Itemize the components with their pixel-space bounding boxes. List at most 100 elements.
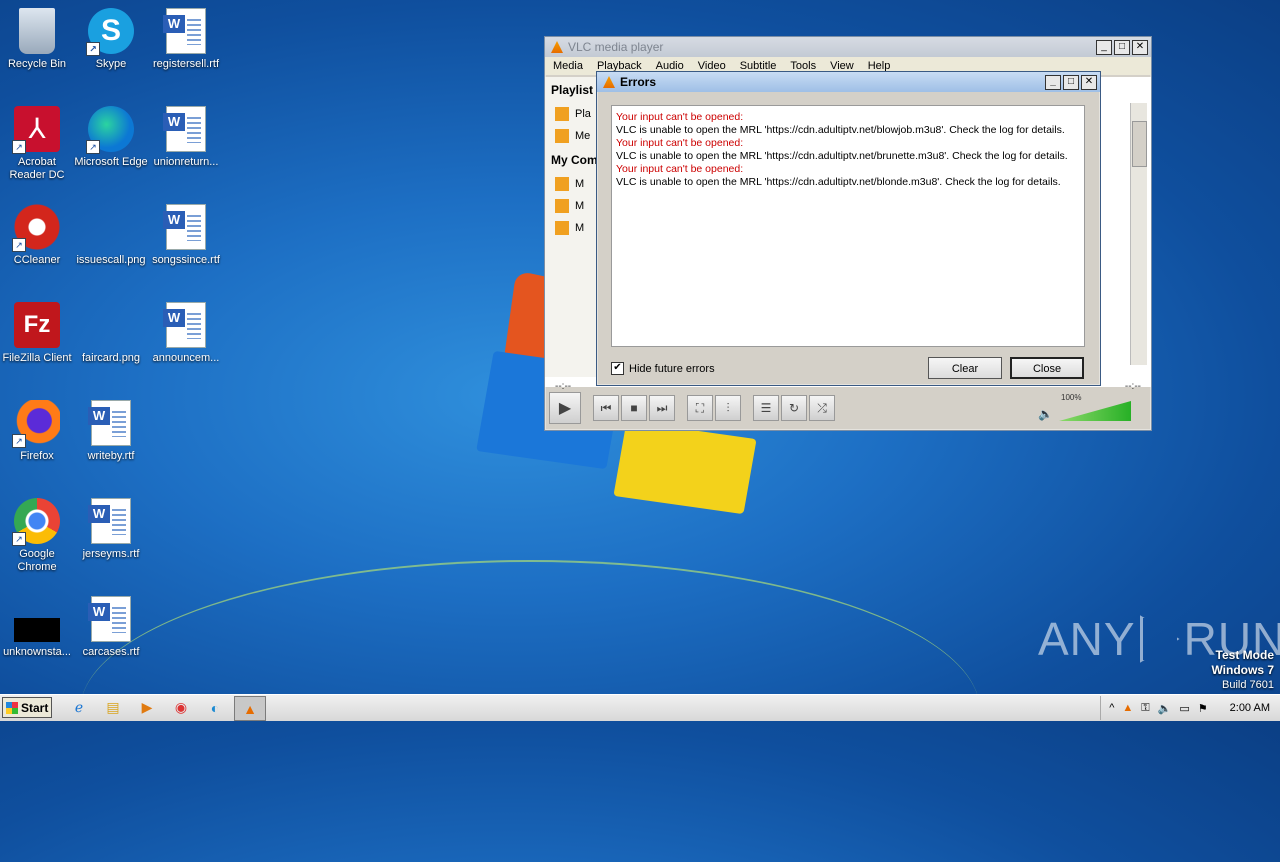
hide-future-errors-label: Hide future errors [629, 362, 715, 375]
scrollbar-thumb[interactable] [1132, 121, 1147, 167]
error-body: VLC is unable to open the MRL 'https://c… [616, 176, 1061, 188]
clear-button[interactable]: Clear [928, 357, 1002, 379]
file-explorer-icon[interactable]: ▤ [98, 696, 128, 719]
errors-title: Errors [620, 75, 657, 89]
desktop-icon-edge[interactable]: ↗ Microsoft Edge [74, 106, 148, 169]
vlc-tray-icon[interactable]: ▲ [1122, 702, 1133, 714]
desktop-icon-filezilla[interactable]: Fz FileZilla Client [0, 302, 74, 365]
loop-button[interactable]: ↻ [781, 395, 807, 421]
desktop-icon-label: jerseyms.rtf [82, 548, 140, 560]
extended-settings-button[interactable]: ⫶ [715, 395, 741, 421]
error-heading: Your input can't be opened: [616, 137, 744, 149]
desktop-icon-songssince[interactable]: W songssince.rtf [149, 204, 223, 267]
error-body: VLC is unable to open the MRL 'https://c… [616, 150, 1068, 162]
vlc-title: VLC media player [568, 40, 664, 54]
error-body: VLC is unable to open the MRL 'https://c… [616, 124, 1065, 136]
vlc-taskbar-icon[interactable]: ▲ [234, 696, 266, 721]
desktop-icon-unionreturn[interactable]: W unionreturn... [149, 106, 223, 169]
desktop-icon-writeby[interactable]: W writeby.rtf [74, 400, 148, 463]
desktop-icon-jerseyms[interactable]: W jerseyms.rtf [74, 498, 148, 561]
desktop-icon-label: carcases.rtf [82, 646, 140, 658]
next-button[interactable]: ⏭ [649, 395, 675, 421]
shortcut-arrow-icon: ↗ [12, 140, 26, 154]
vlc-controls: ▶ ⏮ ■ ⏭ ⛶ ⫶ ☰ ↻ ⤮ [549, 392, 835, 424]
desktop-icon-announcem[interactable]: W announcem... [149, 302, 223, 365]
minimize-button[interactable]: _ [1096, 40, 1112, 55]
wallpaper-logo-yellow [613, 420, 757, 515]
volume-control: 🔈 100% [1038, 393, 1131, 421]
elapsed-time: --:-- [555, 381, 572, 392]
network-icon[interactable]: ⚿ [1141, 702, 1149, 715]
internet-explorer-icon[interactable]: ℯ [64, 696, 94, 719]
desktop-icon-label: issuescall.png [76, 254, 146, 266]
hide-future-errors-checkbox[interactable]: ✔ Hide future errors [611, 362, 715, 375]
desktop-icon-chrome[interactable]: ↗ Google Chrome [0, 498, 74, 574]
close-dialog-button[interactable]: Close [1010, 357, 1084, 379]
desktop-icon-faircard[interactable]: faircard.png [74, 302, 148, 365]
close-button[interactable]: ✕ [1081, 75, 1097, 90]
start-button[interactable]: Start [2, 697, 52, 718]
ccleaner-icon: ↗ [12, 204, 60, 252]
play-logo-icon [1139, 615, 1180, 663]
action-center-flag-icon[interactable]: ⚑ [1198, 702, 1208, 715]
show-hidden-icons-chevron-icon[interactable]: ^ [1109, 702, 1114, 714]
desktop-icon-registersell[interactable]: W registersell.rtf [149, 8, 223, 71]
menu-media[interactable]: Media [553, 60, 583, 72]
maximize-button[interactable]: □ [1114, 40, 1130, 55]
test-mode-line3: Build 7601 [1222, 679, 1274, 691]
play-button[interactable]: ▶ [549, 392, 581, 424]
word-document-icon: W [88, 596, 131, 642]
volume-percent: 100% [1061, 393, 1082, 402]
windows-logo-icon [6, 701, 18, 714]
desktop-icon-recycle-bin[interactable]: Recycle Bin [0, 8, 74, 71]
vlc-playlist-scrollbar[interactable] [1130, 103, 1147, 365]
shuffle-button[interactable]: ⤮ [809, 395, 835, 421]
desktop-icon-firefox[interactable]: ↗ Firefox [0, 400, 74, 463]
minimize-button[interactable]: _ [1045, 75, 1061, 90]
checkbox-checked-icon[interactable]: ✔ [611, 362, 624, 375]
shortcut-arrow-icon: ↗ [86, 42, 100, 56]
vlc-cone-icon [603, 76, 615, 88]
previous-button[interactable]: ⏮ [593, 395, 619, 421]
desktop-icon-unknownsta[interactable]: unknownsta... [0, 596, 74, 659]
filezilla-icon: Fz [14, 302, 60, 348]
film-icon [555, 177, 569, 192]
desktop-icon-acrobat[interactable]: ⅄ ↗ Acrobat Reader DC [0, 106, 74, 182]
desktop-icon-carcases[interactable]: W carcases.rtf [74, 596, 148, 659]
fullscreen-button[interactable]: ⛶ [687, 395, 713, 421]
desktop-icon-ccleaner[interactable]: ↗ CCleaner [0, 204, 74, 267]
desktop-icon-label: unknownsta... [3, 646, 71, 658]
clock[interactable]: 2:00 AM [1230, 702, 1270, 714]
speaker-icon[interactable]: 🔈 [1038, 407, 1053, 421]
firefox-icon: ↗ [12, 400, 60, 448]
desktop-icon-skype[interactable]: S ↗ Skype [74, 8, 148, 71]
errors-titlebar[interactable]: Errors _ □ ✕ [597, 72, 1100, 92]
volume-slider[interactable]: 100% [1059, 393, 1131, 421]
playlist-icon [555, 107, 569, 122]
picture-icon [555, 221, 569, 236]
maximize-button[interactable]: □ [1063, 75, 1079, 90]
playlist-toggle-button[interactable]: ☰ [753, 395, 779, 421]
edge-taskbar-icon[interactable]: ◐ [200, 696, 230, 719]
total-time: --:-- [1124, 381, 1141, 392]
error-log[interactable]: Your input can't be opened: VLC is unabl… [611, 105, 1085, 347]
errors-dialog[interactable]: Errors _ □ ✕ Your input can't be opened:… [596, 71, 1101, 386]
image-file-icon [88, 302, 134, 348]
word-document-icon: W [163, 302, 206, 348]
desktop-icon-label: songssince.rtf [152, 254, 220, 266]
monitor-icon[interactable]: ▭ [1179, 702, 1189, 715]
volume-tray-icon[interactable]: 🔈 [1158, 702, 1172, 715]
word-document-icon: W [163, 204, 206, 250]
media-library-icon [555, 129, 569, 144]
desktop-icon-label: unionreturn... [153, 156, 219, 168]
media-player-icon[interactable]: ▶ [132, 696, 162, 719]
image-file-icon [88, 204, 134, 250]
desktop-icon-label: faircard.png [81, 352, 141, 364]
chrome-taskbar-icon[interactable]: ◉ [166, 696, 196, 719]
desktop-icon-issuescall[interactable]: issuescall.png [74, 204, 148, 267]
sidebar-item-label: M [575, 200, 585, 212]
vlc-titlebar[interactable]: VLC media player _ □ ✕ [545, 37, 1151, 57]
close-button[interactable]: ✕ [1132, 40, 1148, 55]
stop-button[interactable]: ■ [621, 395, 647, 421]
desktop-icon-label: Microsoft Edge [74, 156, 148, 168]
